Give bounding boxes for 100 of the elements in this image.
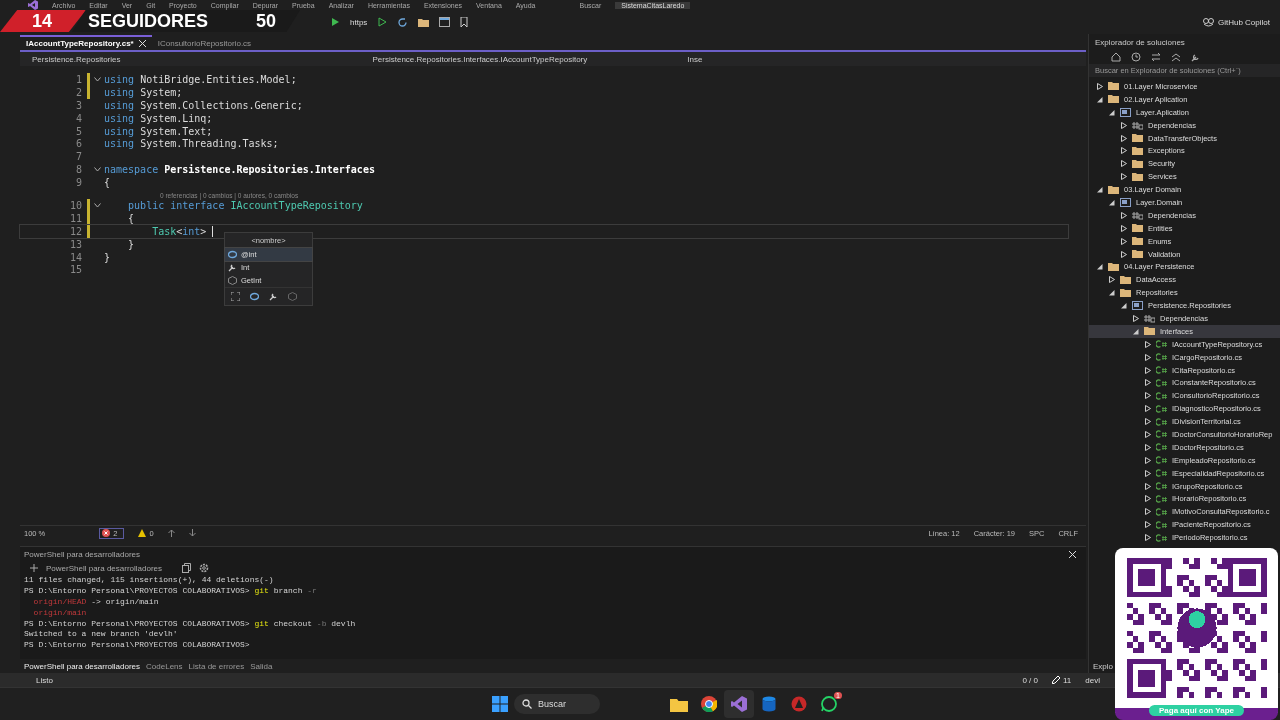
collapsed-arrow-icon[interactable] bbox=[1145, 495, 1151, 503]
changes-indicator[interactable]: 0 / 0 bbox=[1022, 675, 1038, 685]
database-icon[interactable] bbox=[762, 696, 776, 712]
collapsed-arrow-icon[interactable] bbox=[1145, 431, 1151, 438]
collapse-icon[interactable] bbox=[1171, 52, 1181, 62]
copy-icon[interactable] bbox=[182, 563, 192, 573]
taskbar-search-field[interactable]: Buscar bbox=[514, 694, 600, 714]
panel-tab[interactable]: Explo bbox=[1093, 661, 1113, 671]
collapsed-arrow-icon[interactable] bbox=[1133, 314, 1139, 322]
terminal-line: PS D:\Entorno Personal\PROYECTOS COLABORATIVOS> git checkout -b devlh bbox=[24, 618, 357, 630]
collapsed-arrow-icon[interactable] bbox=[1145, 508, 1151, 516]
panel-tab[interactable]: Salida bbox=[250, 661, 273, 671]
collapsed-arrow-icon[interactable] bbox=[1145, 482, 1151, 490]
collapsed-arrow-icon[interactable] bbox=[1145, 469, 1151, 477]
play-icon[interactable] bbox=[377, 17, 388, 27]
folder-icon bbox=[1132, 146, 1143, 155]
collapsed-arrow-icon[interactable] bbox=[1121, 134, 1127, 142]
field-filter-icon[interactable] bbox=[250, 292, 259, 301]
close-icon[interactable] bbox=[1069, 550, 1076, 558]
collapsed-arrow-icon[interactable] bbox=[1145, 405, 1151, 413]
branch-indicator[interactable]: devl bbox=[1085, 675, 1100, 685]
fold-icon[interactable] bbox=[93, 202, 101, 208]
wrench-icon[interactable] bbox=[269, 292, 278, 301]
fold-icon[interactable] bbox=[93, 76, 101, 82]
collapsed-arrow-icon[interactable] bbox=[1097, 82, 1103, 90]
collapsed-arrow-icon[interactable] bbox=[1145, 353, 1151, 361]
app-icon[interactable] bbox=[791, 696, 807, 712]
text-cursor bbox=[212, 225, 214, 237]
bookmark-icon[interactable] bbox=[460, 17, 469, 27]
line-number: 6 bbox=[74, 138, 82, 150]
panel-tab[interactable]: PowerShell para desarrolladores bbox=[24, 661, 141, 671]
folder-icon bbox=[1108, 185, 1119, 194]
collapsed-arrow-icon[interactable] bbox=[1109, 276, 1115, 284]
collapsed-arrow-icon[interactable] bbox=[1145, 521, 1151, 529]
sync-icon[interactable] bbox=[1151, 52, 1161, 62]
copilot-button[interactable]: GitHub Copilot bbox=[1202, 17, 1270, 27]
arrow-up-icon[interactable] bbox=[167, 529, 175, 537]
wrench-icon[interactable] bbox=[1191, 52, 1201, 62]
collapsed-arrow-icon[interactable] bbox=[1145, 392, 1151, 400]
terminal-line: PS D:\Entorno Personal\PROYECTOS COLABORATIVOS> git branch -r bbox=[24, 585, 318, 597]
expanded-arrow-icon[interactable] bbox=[1109, 289, 1115, 297]
arrow-down-icon[interactable] bbox=[188, 529, 196, 537]
run-icon[interactable] bbox=[330, 17, 340, 27]
member-dropdown[interactable]: Inse bbox=[687, 54, 703, 64]
collapsed-arrow-icon[interactable] bbox=[1121, 237, 1127, 245]
collapsed-arrow-icon[interactable] bbox=[1121, 224, 1127, 232]
visual-studio-icon[interactable] bbox=[731, 696, 747, 712]
collapsed-arrow-icon[interactable] bbox=[1145, 340, 1151, 348]
type-dropdown[interactable]: Persistence.Repositories.Interfaces.IAccountTypeRepository bbox=[372, 54, 588, 64]
expanded-arrow-icon[interactable] bbox=[1121, 302, 1127, 310]
csharp-file-icon bbox=[1156, 456, 1167, 465]
chat-icon[interactable] bbox=[821, 696, 837, 712]
project-dropdown[interactable]: Persistence.Repositories bbox=[32, 54, 121, 64]
collapsed-arrow-icon[interactable] bbox=[1121, 250, 1127, 258]
expanded-arrow-icon[interactable] bbox=[1109, 198, 1115, 206]
collapsed-arrow-icon[interactable] bbox=[1145, 379, 1151, 387]
collapsed-arrow-icon[interactable] bbox=[1145, 534, 1151, 542]
window-icon[interactable] bbox=[439, 17, 451, 27]
plus-icon[interactable] bbox=[30, 564, 38, 572]
collapsed-arrow-icon[interactable] bbox=[1121, 160, 1127, 168]
filter-icon[interactable] bbox=[231, 292, 240, 301]
browser-icon[interactable] bbox=[701, 696, 717, 712]
copilot-icon bbox=[1202, 17, 1214, 27]
expanded-arrow-icon[interactable] bbox=[1133, 327, 1139, 335]
line-number: 8 bbox=[74, 164, 82, 176]
folder-icon bbox=[1132, 134, 1143, 142]
document-tab[interactable]: IConsultorioRepositorio.cs bbox=[151, 37, 258, 50]
folder-icon bbox=[1108, 95, 1119, 104]
folder-icon[interactable] bbox=[418, 17, 430, 27]
code-line: using System; bbox=[104, 86, 183, 98]
new-terminal-dropdown[interactable]: PowerShell para desarrolladores bbox=[46, 563, 163, 573]
collapsed-arrow-icon[interactable] bbox=[1121, 211, 1127, 219]
collapsed-arrow-icon[interactable] bbox=[1145, 456, 1151, 464]
windows-start-icon[interactable] bbox=[492, 696, 508, 712]
collapsed-arrow-icon[interactable] bbox=[1121, 173, 1127, 181]
expanded-arrow-icon[interactable] bbox=[1097, 186, 1103, 194]
home-icon[interactable] bbox=[1111, 52, 1121, 62]
collapsed-arrow-icon[interactable] bbox=[1121, 147, 1127, 155]
panel-tab[interactable]: Lista de errores bbox=[188, 661, 245, 671]
collapsed-arrow-icon[interactable] bbox=[1145, 366, 1151, 374]
refresh-icon[interactable] bbox=[397, 16, 409, 28]
history-icon[interactable] bbox=[1131, 52, 1141, 62]
collapsed-arrow-icon[interactable] bbox=[1145, 443, 1151, 451]
panel-tab[interactable]: CodeLens bbox=[146, 661, 183, 671]
run-target-button[interactable]: https bbox=[350, 17, 368, 27]
folder-icon bbox=[1120, 275, 1131, 284]
code-line: using System.Text; bbox=[104, 125, 213, 137]
cube-icon[interactable] bbox=[288, 292, 297, 301]
collapsed-arrow-icon[interactable] bbox=[1145, 418, 1151, 426]
fold-icon[interactable] bbox=[93, 167, 101, 173]
close-icon[interactable] bbox=[138, 40, 146, 47]
folder-icon[interactable] bbox=[670, 696, 688, 712]
expanded-arrow-icon[interactable] bbox=[1097, 263, 1103, 271]
settings-icon[interactable] bbox=[199, 563, 210, 573]
edits-indicator[interactable]: 11 bbox=[1052, 675, 1072, 685]
collapsed-arrow-icon[interactable] bbox=[1121, 121, 1127, 129]
expanded-arrow-icon[interactable] bbox=[1097, 95, 1103, 103]
line-number: 12 bbox=[68, 225, 82, 237]
expanded-arrow-icon[interactable] bbox=[1109, 108, 1115, 116]
line-number: 7 bbox=[74, 151, 82, 163]
